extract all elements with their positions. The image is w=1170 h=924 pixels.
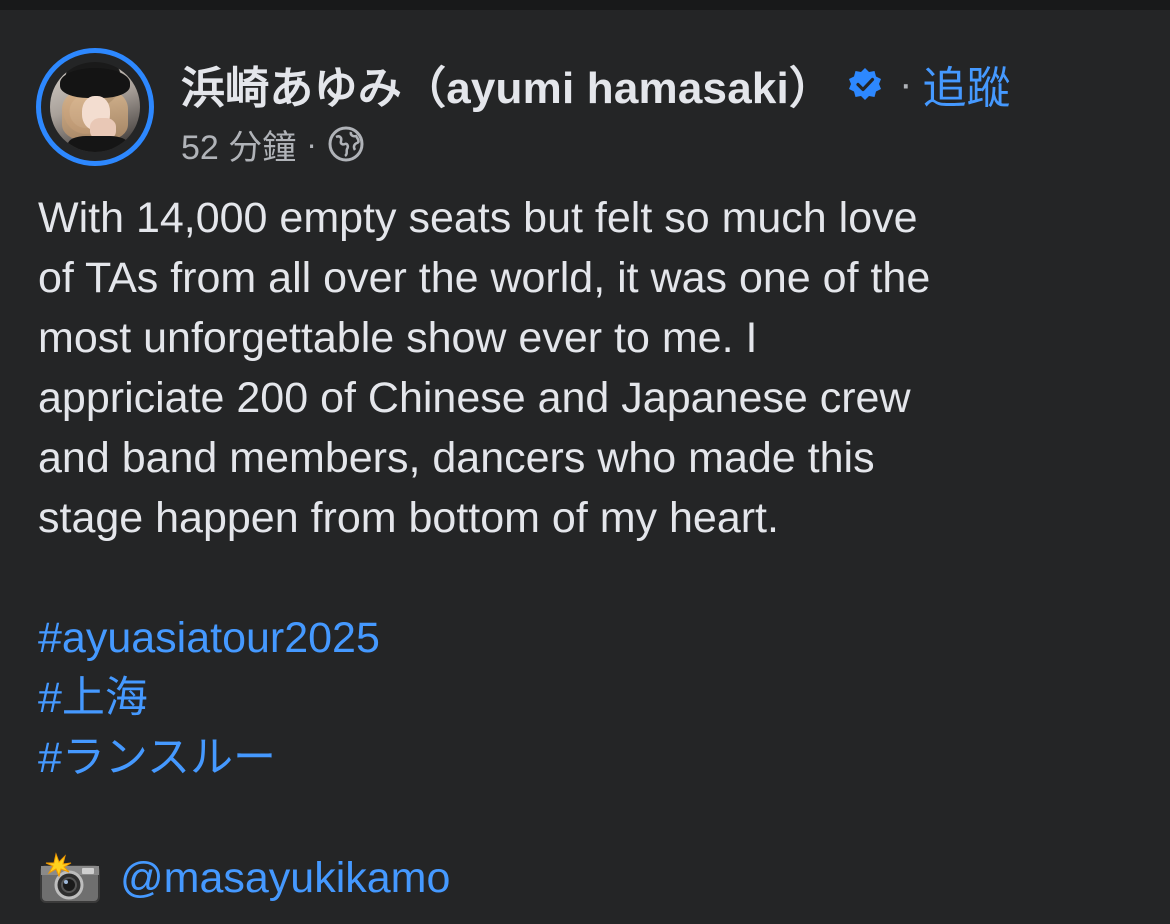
author-avatar[interactable] (36, 48, 154, 166)
post-text: With 14,000 empty seats but felt so much… (38, 194, 931, 542)
globe-icon[interactable] (327, 125, 365, 163)
follow-button[interactable]: 追蹤 (923, 52, 1011, 116)
avatar-image (50, 62, 140, 152)
post-body: With 14,000 empty seats but felt so much… (38, 188, 1138, 908)
meta-separator-dot: · (306, 125, 317, 162)
camera-flash-icon (38, 852, 102, 904)
post-meta: 52 分鐘 · (181, 120, 365, 169)
top-divider (0, 0, 1170, 10)
hashtag-list: #ayuasiatour2025 #上海 #ランスルー (38, 608, 1138, 788)
author-row: 浜崎あゆみ（ayumi hamasaki） · 追蹤 (181, 54, 1011, 114)
post-header: 浜崎あゆみ（ayumi hamasaki） · 追蹤 52 分鐘 · (36, 48, 1136, 168)
post-timestamp[interactable]: 52 分鐘 (181, 120, 296, 169)
author-name[interactable]: 浜崎あゆみ（ayumi hamasaki） (181, 52, 833, 116)
hashtag-link[interactable]: #上海 (38, 668, 1138, 728)
hashtag-link[interactable]: #ランスルー (38, 728, 1138, 788)
separator-dot: · (899, 61, 913, 106)
mention-link[interactable]: @masayukikamo (120, 848, 450, 908)
hashtag-link[interactable]: #ayuasiatour2025 (38, 608, 1138, 668)
photo-credit: @masayukikamo (38, 848, 1138, 908)
verified-badge-icon (847, 66, 883, 102)
